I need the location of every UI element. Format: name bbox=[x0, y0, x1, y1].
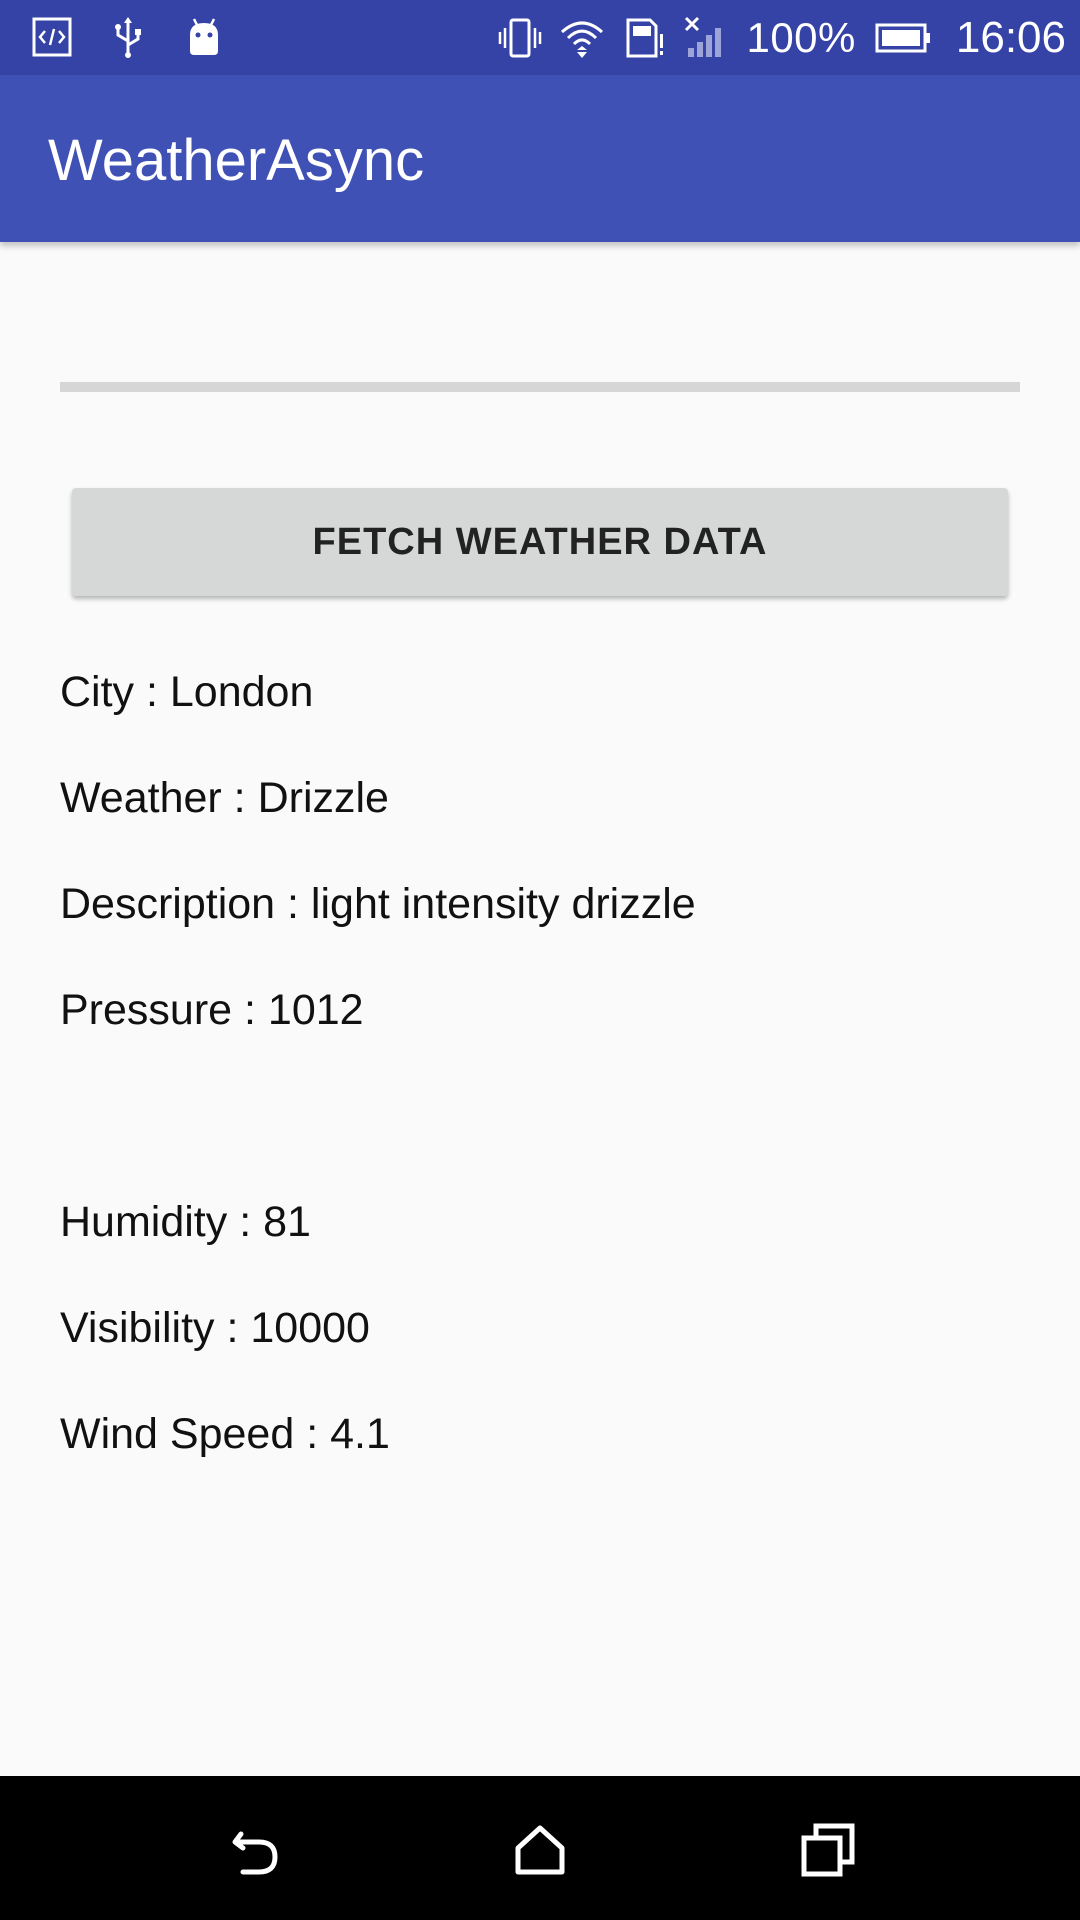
clock: 16:06 bbox=[955, 12, 1066, 62]
android-debug-icon bbox=[190, 18, 218, 55]
battery-icon bbox=[875, 23, 930, 52]
screen: 100% 16:06 WeatherAsync FETCH WEATHER DA… bbox=[0, 0, 1080, 1920]
pressure-text: Pressure : 1012 bbox=[60, 986, 364, 1034]
city-text: City : London bbox=[60, 668, 314, 716]
vibrate-icon bbox=[499, 18, 542, 57]
app-title: WeatherAsync bbox=[48, 128, 425, 193]
battery-percentage: 100% bbox=[746, 13, 856, 61]
recents-button[interactable] bbox=[778, 1800, 878, 1900]
status-bar: 100% 16:06 bbox=[0, 0, 1080, 75]
navigation-bar bbox=[0, 1776, 1080, 1920]
app-bar: WeatherAsync bbox=[0, 75, 1080, 242]
back-button[interactable] bbox=[205, 1800, 305, 1900]
humidity-text: Humidity : 81 bbox=[60, 1198, 311, 1246]
recents-icon bbox=[801, 1823, 855, 1877]
status-left-icons bbox=[30, 12, 226, 62]
home-button[interactable] bbox=[490, 1800, 590, 1900]
progress-bar bbox=[60, 382, 1020, 392]
weather-text: Weather : Drizzle bbox=[60, 774, 389, 822]
developer-code-icon bbox=[32, 17, 72, 57]
description-text: Description : light intensity drizzle bbox=[60, 880, 696, 928]
no-signal-icon bbox=[685, 16, 722, 57]
back-icon bbox=[232, 1831, 278, 1875]
home-icon bbox=[515, 1825, 565, 1875]
visibility-text: Visibility : 10000 bbox=[60, 1304, 370, 1352]
fetch-weather-data-button[interactable]: FETCH WEATHER DATA bbox=[72, 488, 1008, 596]
sim-alert-icon bbox=[626, 18, 664, 57]
wifi-icon bbox=[561, 21, 604, 58]
wind-speed-text: Wind Speed : 4.1 bbox=[60, 1410, 390, 1458]
status-right-icons: 100% 16:06 bbox=[498, 10, 1066, 65]
usb-icon bbox=[115, 17, 141, 58]
